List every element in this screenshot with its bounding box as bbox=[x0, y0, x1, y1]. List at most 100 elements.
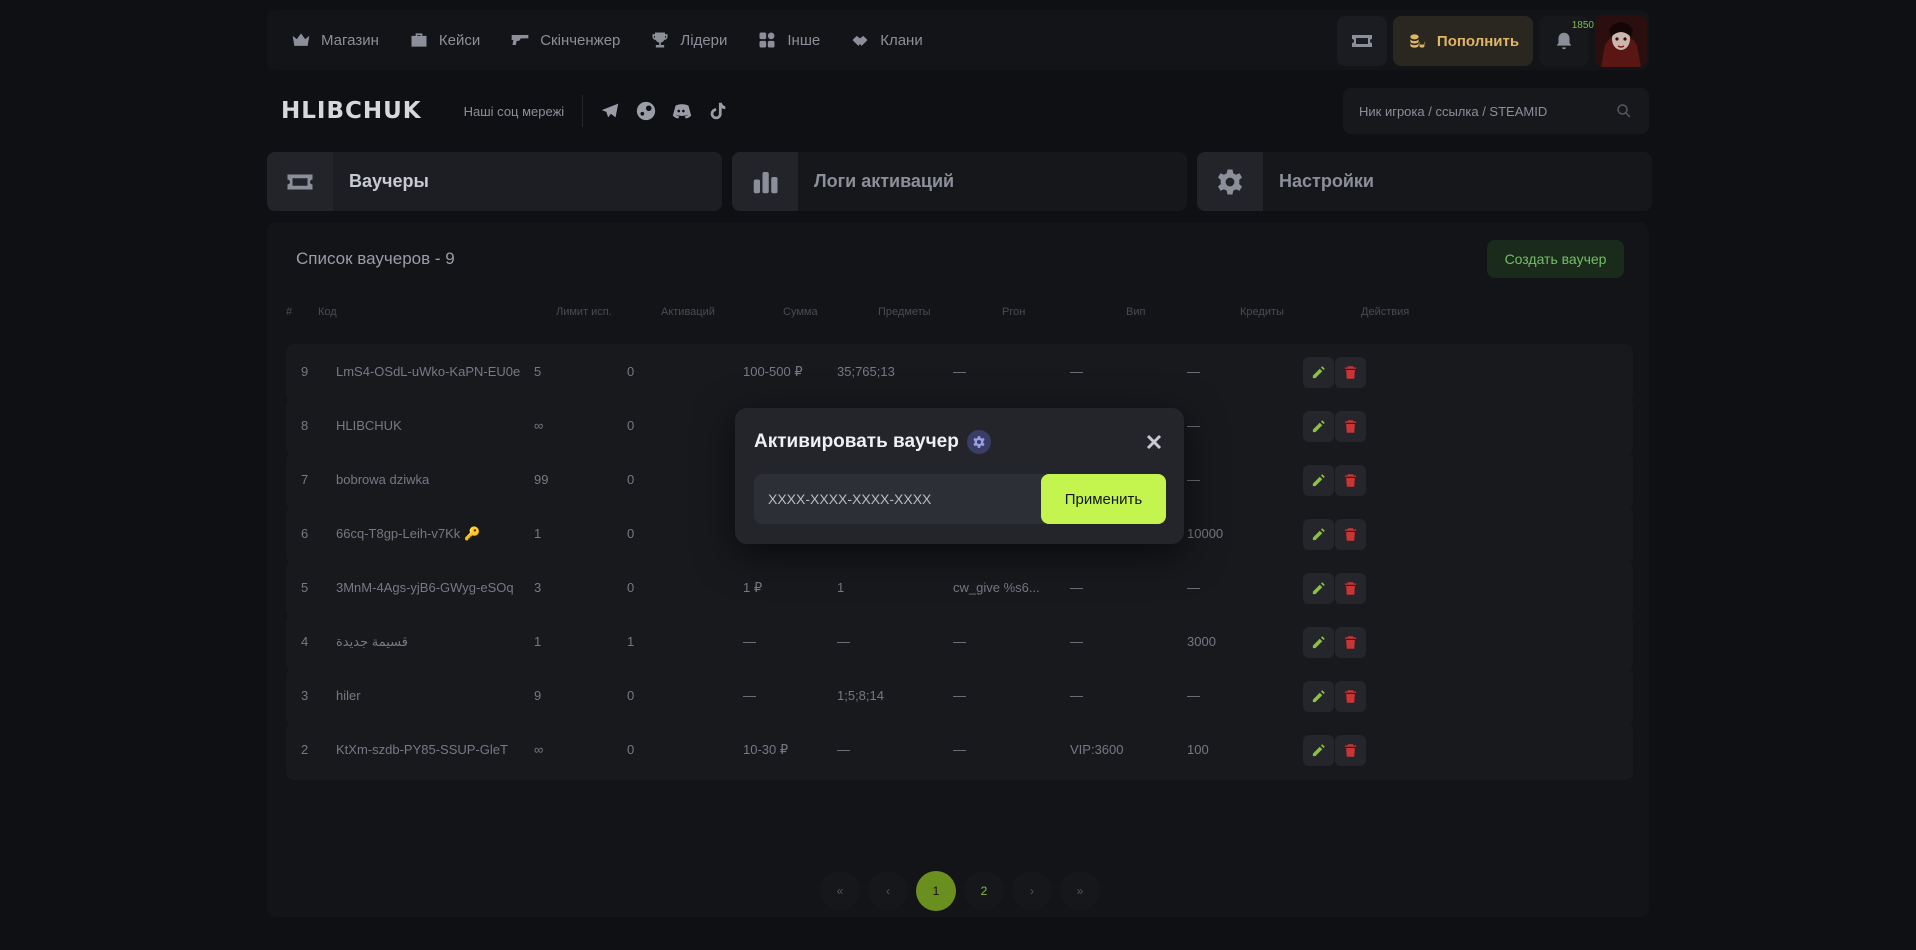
cell-limit: ∞ bbox=[534, 742, 544, 757]
edit-icon[interactable] bbox=[1303, 411, 1334, 442]
delete-icon[interactable] bbox=[1335, 465, 1366, 496]
cell-code: hiler bbox=[336, 688, 361, 703]
edit-icon[interactable] bbox=[1303, 573, 1334, 604]
nav-item-leaders[interactable]: Лідери bbox=[650, 10, 727, 70]
tab-icon-box bbox=[267, 152, 333, 211]
cell-credits: — bbox=[1187, 688, 1200, 703]
cell-rgon: — bbox=[953, 742, 966, 757]
cell-activations: 0 bbox=[627, 742, 635, 757]
tiktok-icon[interactable] bbox=[707, 100, 729, 122]
delete-icon[interactable] bbox=[1335, 519, 1366, 550]
voucher-button[interactable] bbox=[1337, 16, 1387, 66]
edit-icon[interactable] bbox=[1303, 465, 1334, 496]
cell-limit: 3 bbox=[534, 580, 542, 595]
table-row: 5 3MnM-4Ags-yjB6-GWyg-eSOq 3 0 1 ₽ 1 cw_give %… bbox=[286, 560, 1633, 618]
table-row: 2 KtXm-szdb-PY85-SSUP-GleT ∞ 0 10-30 ₽ — — VIP:… bbox=[286, 722, 1633, 780]
gear-icon bbox=[966, 430, 991, 454]
table-row: 9 LmS4-OSdL-uWko-KaPN-EU0e 5 0 100-500 ₽ 35;7… bbox=[286, 344, 1633, 402]
cell-id: 8 bbox=[301, 418, 309, 433]
delete-icon[interactable] bbox=[1335, 681, 1366, 712]
notifications-button[interactable]: 1850 bbox=[1539, 16, 1594, 66]
cell-vip: — bbox=[1070, 580, 1083, 595]
close-icon[interactable] bbox=[1144, 432, 1164, 452]
tab-vouchers[interactable]: Ваучеры bbox=[267, 152, 722, 211]
cell-id: 4 bbox=[301, 634, 309, 649]
cell-activations: 0 bbox=[627, 580, 635, 595]
delete-icon[interactable] bbox=[1335, 573, 1366, 604]
topup-button[interactable]: Пополнить bbox=[1393, 16, 1533, 66]
search-icon[interactable] bbox=[1615, 102, 1633, 120]
cell-credits: — bbox=[1187, 472, 1200, 487]
table-row: 4 قسيمة جديدة 1 1 — — — — 3000 bbox=[286, 614, 1633, 672]
nav-item-clans[interactable]: Клани bbox=[850, 10, 923, 70]
voucher-code-input[interactable] bbox=[754, 474, 1044, 524]
tab-label: Логи активаций bbox=[814, 171, 955, 191]
edit-icon[interactable] bbox=[1303, 735, 1334, 766]
page-button[interactable]: 1 bbox=[916, 871, 956, 911]
last-page-button[interactable]: » bbox=[1060, 871, 1100, 911]
delete-icon[interactable] bbox=[1335, 411, 1366, 442]
cell-id: 7 bbox=[301, 472, 309, 487]
cell-credits: 100 bbox=[1187, 742, 1209, 757]
grid-icon bbox=[759, 32, 775, 48]
cell-limit: 1 bbox=[534, 526, 542, 541]
nav-item-skinchanger[interactable]: Скінченжер bbox=[510, 10, 620, 70]
delete-icon[interactable] bbox=[1335, 735, 1366, 766]
edit-icon[interactable] bbox=[1303, 519, 1334, 550]
cell-activations: 0 bbox=[627, 418, 635, 433]
header-limit: Лимит исп. bbox=[556, 306, 612, 318]
edit-icon[interactable] bbox=[1303, 681, 1334, 712]
create-voucher-button[interactable]: Создать ваучер bbox=[1487, 240, 1624, 278]
activate-voucher-modal: Активировать ваучер Применить bbox=[735, 408, 1184, 544]
cell-rgon: cw_give %s6... bbox=[953, 580, 1040, 595]
tab-icon-box bbox=[732, 152, 798, 211]
discord-icon[interactable] bbox=[671, 100, 693, 122]
header-rgon: Ргон bbox=[1002, 306, 1026, 318]
cell-code: قسيمة جديدة bbox=[336, 634, 408, 649]
tab-activation-logs[interactable]: Логи активаций bbox=[732, 152, 1187, 211]
apply-button[interactable]: Применить bbox=[1041, 474, 1166, 524]
header-vip: Вип bbox=[1126, 306, 1146, 318]
cell-credits: — bbox=[1187, 364, 1200, 379]
case-icon bbox=[411, 33, 427, 47]
nav-item-label: Лідери bbox=[680, 31, 728, 49]
cell-code: LmS4-OSdL-uWko-KaPN-EU0e bbox=[336, 364, 521, 379]
edit-icon[interactable] bbox=[1303, 357, 1334, 388]
delete-icon[interactable] bbox=[1335, 357, 1366, 388]
cell-sum: 100-500 ₽ bbox=[743, 364, 803, 379]
telegram-icon[interactable] bbox=[599, 100, 621, 122]
first-page-button[interactable]: « bbox=[820, 871, 860, 911]
prev-page-button[interactable]: ‹ bbox=[868, 871, 908, 911]
cell-sum: — bbox=[743, 634, 756, 649]
search-input[interactable] bbox=[1359, 103, 1599, 119]
avatar[interactable] bbox=[1595, 15, 1647, 67]
nav-item-label: Скінченжер bbox=[540, 31, 621, 49]
page-button[interactable]: 2 bbox=[964, 871, 1004, 911]
key-icon: 🔑 bbox=[464, 526, 481, 541]
cell-items: 1;5;8;14 bbox=[837, 688, 884, 703]
tab-icon-box bbox=[1197, 152, 1263, 211]
cell-items: — bbox=[837, 742, 850, 757]
table-row: 3 hiler 9 0 — 1;5;8;14 — — — bbox=[286, 668, 1633, 726]
cell-id: 5 bbox=[301, 580, 309, 595]
next-page-button[interactable]: › bbox=[1012, 871, 1052, 911]
steam-icon[interactable] bbox=[635, 100, 657, 122]
player-search bbox=[1343, 88, 1649, 134]
cell-credits: — bbox=[1187, 418, 1200, 433]
site-logo[interactable]: HLIBCHUK bbox=[281, 98, 422, 124]
cell-vip: — bbox=[1070, 688, 1083, 703]
cell-code: 66cq-T8gp-Leih-v7Kk 🔑 bbox=[336, 526, 481, 541]
cell-rgon: — bbox=[953, 364, 966, 379]
cell-items: 35;765;13 bbox=[837, 364, 895, 379]
notification-count: 1850 bbox=[1571, 20, 1594, 31]
tab-label: Настройки bbox=[1279, 171, 1374, 191]
nav-item-cases[interactable]: Кейси bbox=[409, 10, 480, 70]
edit-icon[interactable] bbox=[1303, 627, 1334, 658]
cell-credits: 10000 bbox=[1187, 526, 1224, 541]
top-navbar: Магазин Кейси Скінченжер Лідери Інше Кла… bbox=[267, 10, 1649, 70]
nav-item-shop[interactable]: Магазин bbox=[291, 10, 379, 70]
tab-settings[interactable]: Настройки bbox=[1197, 152, 1652, 211]
crown-icon bbox=[292, 33, 310, 46]
delete-icon[interactable] bbox=[1335, 627, 1366, 658]
nav-item-other[interactable]: Інше bbox=[757, 10, 820, 70]
